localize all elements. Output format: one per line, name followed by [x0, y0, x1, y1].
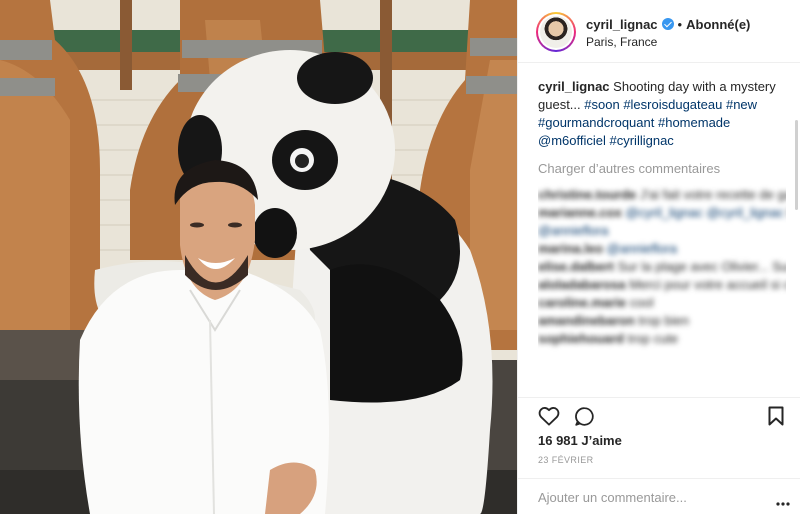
hashtag-link[interactable]: #soon — [584, 97, 619, 112]
location-link[interactable]: Paris, France — [586, 35, 657, 49]
load-more-comments-button[interactable]: Charger d’autres commentaires — [538, 161, 786, 176]
avatar[interactable] — [536, 12, 576, 52]
comment-item: marianne.cox @cyril_lignac @cyril_lignac… — [538, 205, 785, 220]
comment-input[interactable] — [538, 487, 758, 507]
header-username[interactable]: cyril_lignac — [586, 17, 658, 32]
photo-illustration — [0, 0, 517, 514]
heart-icon[interactable] — [538, 406, 560, 431]
hashtag-link[interactable]: #lesroisdugateau — [623, 97, 722, 112]
comments-section: cyril_lignac Shooting day with a mystery… — [538, 78, 786, 396]
more-options-icon[interactable] — [776, 493, 790, 511]
bookmark-icon[interactable] — [768, 406, 784, 431]
action-bar — [518, 397, 800, 433]
comments-scrollbar[interactable] — [795, 120, 798, 210]
comment-icon[interactable] — [574, 406, 595, 432]
post-caption: cyril_lignac Shooting day with a mystery… — [538, 78, 786, 150]
post-date: 23 FÉVRIER — [538, 455, 594, 465]
post-photo[interactable] — [0, 0, 517, 514]
comment-item: christine.tourde J'ai fait votre recette… — [538, 187, 786, 202]
avatar-image — [540, 16, 572, 48]
blurred-comments-list: christine.tourde J'ai fait votre recette… — [538, 186, 786, 348]
comment-item: sophiehouard trop cute — [538, 331, 679, 346]
header-separator: • — [677, 16, 683, 32]
comment-item: elise.dalbert Sur la plage avec Olivier.… — [538, 259, 786, 274]
caption-username[interactable]: cyril_lignac — [538, 79, 610, 94]
hashtag-link[interactable]: #cyrillignac — [610, 133, 674, 148]
post-header: cyril_lignac • Abonné(e) Paris, France — [518, 0, 800, 63]
hashtag-link[interactable]: #homemade — [658, 115, 730, 130]
comment-item: amandinebaron trop bien — [538, 313, 690, 328]
hashtag-link[interactable]: #gourmandcroquant — [538, 115, 654, 130]
hashtag-link[interactable]: #new — [726, 97, 757, 112]
comment-item: caroline.marie cool — [538, 295, 654, 310]
add-comment-form — [518, 478, 800, 514]
comment-item: aloladabarosa Merci pour votre accueil s… — [538, 277, 786, 292]
verified-badge-icon — [661, 18, 674, 30]
comment-item: @annieflora — [538, 223, 609, 238]
mention-link[interactable]: @m6officiel — [538, 133, 606, 148]
likes-count[interactable]: 16 981 J’aime — [538, 433, 622, 448]
comment-item: marina.leo @annieflora — [538, 241, 677, 256]
post-sidebar: cyril_lignac • Abonné(e) Paris, France c… — [517, 0, 800, 514]
follow-status-button[interactable]: Abonné(e) — [686, 17, 750, 32]
